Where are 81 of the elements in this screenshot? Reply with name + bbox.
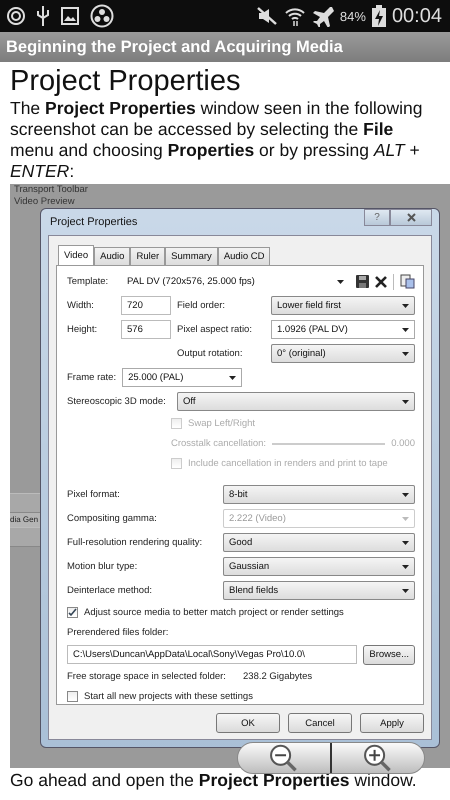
input-field[interactable]: 720 <box>121 296 171 315</box>
clock: 00:04 <box>392 4 442 28</box>
dialog-button[interactable]: OK <box>216 713 280 733</box>
paragraph: The Project Properties window seen in the following screenshot can be accessed by selecting the File menu and choosing Properties or by pressing ALT + ENTER: <box>10 98 424 182</box>
field-label: Prerendered files folder: <box>67 627 168 638</box>
field-label: Width: <box>67 300 95 311</box>
checkbox-label: Adjust source media to better match project or render settings <box>84 607 344 618</box>
tab[interactable]: Audio CD <box>218 247 270 265</box>
battery-charging-icon <box>372 5 386 27</box>
help-button[interactable]: ? <box>364 209 390 226</box>
dialog-title: Project Properties <box>49 216 138 228</box>
field-label: Motion blur type: <box>67 561 138 572</box>
copy-icon[interactable] <box>400 274 415 289</box>
field-label: Field order: <box>177 300 226 311</box>
field-label: Frame rate: <box>67 372 116 383</box>
dropdown-arrow-icon <box>337 280 344 284</box>
field-label: Stereoscopic 3D mode: <box>67 396 167 407</box>
dropdown-arrow-icon <box>402 304 409 308</box>
dropdown-arrow-icon <box>402 540 409 544</box>
dropdown-arrow-icon <box>402 564 409 568</box>
field-label: Deinterlace method: <box>67 585 154 596</box>
panel-strip <box>10 493 40 513</box>
close-icon <box>406 213 416 222</box>
dropdown[interactable]: 0° (original) <box>271 344 415 363</box>
close-button[interactable] <box>390 209 432 226</box>
target-icon <box>6 6 26 26</box>
dropdown[interactable]: Blend fields <box>223 581 415 600</box>
storage-value: 238.2 Gigabytes <box>243 671 312 682</box>
people-icon <box>90 4 114 28</box>
dropdown[interactable]: Lower field first <box>271 296 415 315</box>
checkbox-label: Include cancellation in renders and print to tape <box>188 458 388 469</box>
mute-icon <box>256 6 278 26</box>
field-label: Pixel aspect ratio: <box>177 324 253 335</box>
dropdown-arrow-icon <box>402 492 409 496</box>
image-icon <box>60 6 80 26</box>
airplane-icon <box>312 5 334 27</box>
tab[interactable]: Ruler <box>130 247 166 265</box>
field-label: Compositing gamma: <box>67 513 158 524</box>
field-label: Full-resolution rendering quality: <box>67 537 204 548</box>
slider-label: Crosstalk cancellation: <box>171 438 266 449</box>
panel-label: Transport Toolbar <box>13 184 89 196</box>
checkbox[interactable] <box>67 691 78 702</box>
save-icon[interactable] <box>356 275 369 288</box>
article-title: Project Properties <box>10 64 242 98</box>
dropdown-arrow-icon <box>402 352 409 356</box>
panel-strip <box>10 527 40 547</box>
tab[interactable]: Audio <box>94 247 130 265</box>
field-label: Output rotation: <box>177 348 244 359</box>
browse-button[interactable]: Browse... <box>363 644 415 664</box>
tab[interactable]: Summary <box>165 247 218 265</box>
dropdown[interactable]: 8-bit <box>223 485 415 504</box>
input-field[interactable]: 576 <box>121 320 171 339</box>
dropdown-arrow-icon <box>402 516 409 520</box>
field-label: Height: <box>67 324 98 335</box>
battery-percent: 84% <box>340 8 366 24</box>
checkbox-label: Start all new projects with these settings <box>84 691 253 702</box>
tab[interactable]: Video <box>58 245 94 265</box>
dialog-button[interactable]: Cancel <box>288 713 352 733</box>
dropdown-arrow-icon <box>402 400 409 404</box>
dropdown-arrow-icon <box>402 328 409 332</box>
usb-icon <box>36 5 50 27</box>
folder-path-field[interactable]: C:\Users\Duncan\AppData\Local\Sony\Vegas Pro\10.0\ <box>67 645 358 664</box>
dialog-button[interactable]: Apply <box>360 713 424 733</box>
field-label: Template: <box>67 276 110 287</box>
panel-label: Video Preview <box>13 196 76 208</box>
info-label: Free storage space in selected folder: <box>67 671 227 682</box>
slider-value: 0.000 <box>391 438 415 449</box>
dropdown[interactable]: 1.0926 (PAL DV) <box>271 320 415 339</box>
dropdown[interactable]: Good <box>223 533 415 552</box>
dropdown[interactable]: Off <box>177 392 415 411</box>
delete-icon[interactable] <box>375 276 387 288</box>
field-label: Pixel format: <box>67 489 121 500</box>
dropdown[interactable]: Gaussian <box>223 557 415 576</box>
panel-tab[interactable]: dia Gen <box>10 513 40 527</box>
dropdown-arrow-icon <box>402 588 409 592</box>
dropdown-arrow-icon <box>229 376 236 380</box>
checkbox-label: Swap Left/Right <box>188 418 256 429</box>
chapter-title: Beginning the Project and Acquiring Media <box>6 38 343 56</box>
checkbox[interactable] <box>67 607 78 618</box>
paragraph: Go ahead and open the Project Properties window. <box>10 770 418 791</box>
dropdown[interactable]: 25.000 (PAL) <box>122 368 242 387</box>
